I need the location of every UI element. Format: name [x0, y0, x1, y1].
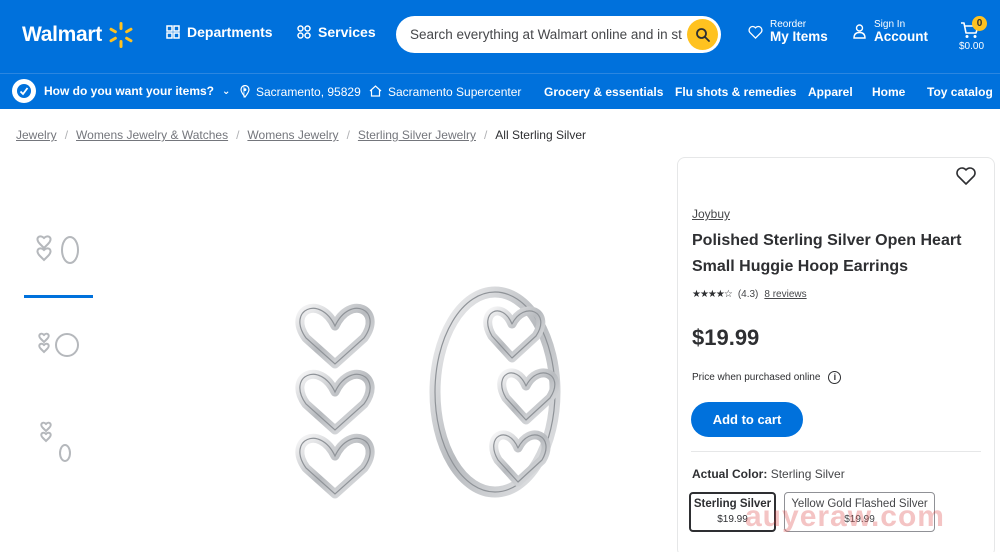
rating-summary: ★★★★☆ (4.3) 8 reviews — [692, 289, 807, 300]
thumbnail-1[interactable] — [24, 215, 94, 285]
chevron-down-icon: ⌄ — [222, 85, 231, 97]
breadcrumb-item-jewelry[interactable]: Jewelry — [16, 128, 57, 142]
breadcrumb-separator: / — [483, 128, 488, 142]
reorder-button[interactable]: Reorder My Items — [748, 19, 828, 45]
reorder-big-label: My Items — [770, 29, 828, 44]
thumbnail-selected-indicator — [24, 295, 93, 298]
cart-count-badge: 0 — [972, 16, 987, 31]
nav-link-grocery[interactable]: Grocery & essentials — [544, 85, 663, 99]
nav-link-flu-shots[interactable]: Flu shots & remedies — [675, 85, 796, 99]
breadcrumb-separator: / — [64, 128, 69, 142]
info-icon[interactable]: i — [828, 371, 842, 384]
breadcrumb: Jewelry / Womens Jewelry & Watches / Wom… — [16, 128, 586, 142]
favorite-heart-icon[interactable] — [955, 165, 977, 187]
breadcrumb-current: All Sterling Silver — [495, 128, 586, 142]
reviews-link[interactable]: 8 reviews — [764, 289, 806, 300]
location-selector[interactable]: Sacramento, 95829 — [240, 84, 361, 99]
fulfillment-label: How do you want your items? — [44, 84, 215, 98]
spark-icon — [109, 22, 133, 48]
breadcrumb-item-womens-jewelry[interactable]: Womens Jewelry — [247, 128, 338, 142]
color-label: Actual Color: Sterling Silver — [692, 467, 845, 481]
color-label-prefix: Actual Color: — [692, 467, 768, 481]
search-icon — [695, 27, 710, 42]
watermark-text: auyeraw.com — [745, 500, 945, 533]
services-button[interactable]: Services — [296, 24, 376, 40]
location-text: Sacramento, 95829 — [256, 85, 361, 99]
brand-link[interactable]: Joybuy — [692, 207, 730, 221]
breadcrumb-item-sterling-silver-jewelry[interactable]: Sterling Silver Jewelry — [358, 128, 476, 142]
secondary-nav: How do you want your items? ⌄ | Sacramen… — [0, 73, 1000, 109]
nav-link-apparel[interactable]: Apparel — [808, 85, 853, 99]
earrings-thumbnail-image — [40, 421, 71, 462]
earrings-thumbnail-image — [36, 235, 79, 264]
product-price: $19.99 — [692, 325, 760, 350]
heart-icon — [748, 25, 763, 39]
color-value: Sterling Silver — [770, 467, 845, 481]
store-selector[interactable]: Sacramento Supercenter — [369, 85, 521, 99]
user-icon — [853, 24, 866, 40]
store-icon — [369, 85, 382, 97]
grid-icon — [166, 25, 180, 39]
search-input[interactable]: Search everything at Walmart online and … — [410, 27, 685, 42]
price-note: Price when purchased online i — [692, 371, 842, 384]
signin-big-label: Account — [874, 29, 928, 44]
services-label: Services — [318, 24, 376, 40]
price-note-text: Price when purchased online — [692, 372, 821, 383]
search-bar[interactable]: Search everything at Walmart online and … — [396, 16, 721, 53]
cart-button[interactable]: 0 $0.00 — [958, 16, 990, 56]
top-header: Walmart Departments Services Search ever… — [0, 0, 1000, 73]
earrings-thumbnail-image — [38, 332, 79, 357]
rating-stars: ★★★★☆ — [692, 289, 733, 300]
breadcrumb-separator: / — [346, 128, 350, 142]
rating-value: (4.3) — [737, 289, 759, 300]
color-option-price: $19.99 — [717, 514, 748, 525]
fulfillment-selector[interactable]: How do you want your items? ⌄ | — [12, 79, 256, 103]
thumbnail-2[interactable] — [24, 310, 94, 380]
add-to-cart-button[interactable]: Add to cart — [691, 402, 803, 437]
thumbnail-3[interactable] — [24, 404, 94, 474]
logo-text: Walmart — [22, 23, 102, 46]
account-button[interactable]: Sign In Account — [853, 19, 928, 45]
product-title: Polished Sterling Silver Open Heart Smal… — [692, 232, 962, 275]
search-button[interactable] — [687, 19, 718, 50]
nav-link-toy-catalog[interactable]: Toy catalog — [927, 85, 993, 99]
pin-icon — [240, 84, 250, 98]
store-text: Sacramento Supercenter — [388, 85, 522, 99]
breadcrumb-separator: / — [236, 128, 240, 142]
departments-label: Departments — [187, 24, 273, 40]
services-icon — [297, 25, 311, 39]
breadcrumb-item-womens-jewelry-watches[interactable]: Womens Jewelry & Watches — [76, 128, 228, 142]
departments-button[interactable]: Departments — [165, 24, 273, 40]
fulfillment-icon — [12, 79, 36, 103]
product-main-image — [295, 286, 561, 499]
cart-total: $0.00 — [959, 41, 985, 52]
panel-divider — [691, 451, 981, 452]
nav-link-home[interactable]: Home — [872, 85, 905, 99]
walmart-logo[interactable]: Walmart — [22, 21, 135, 49]
